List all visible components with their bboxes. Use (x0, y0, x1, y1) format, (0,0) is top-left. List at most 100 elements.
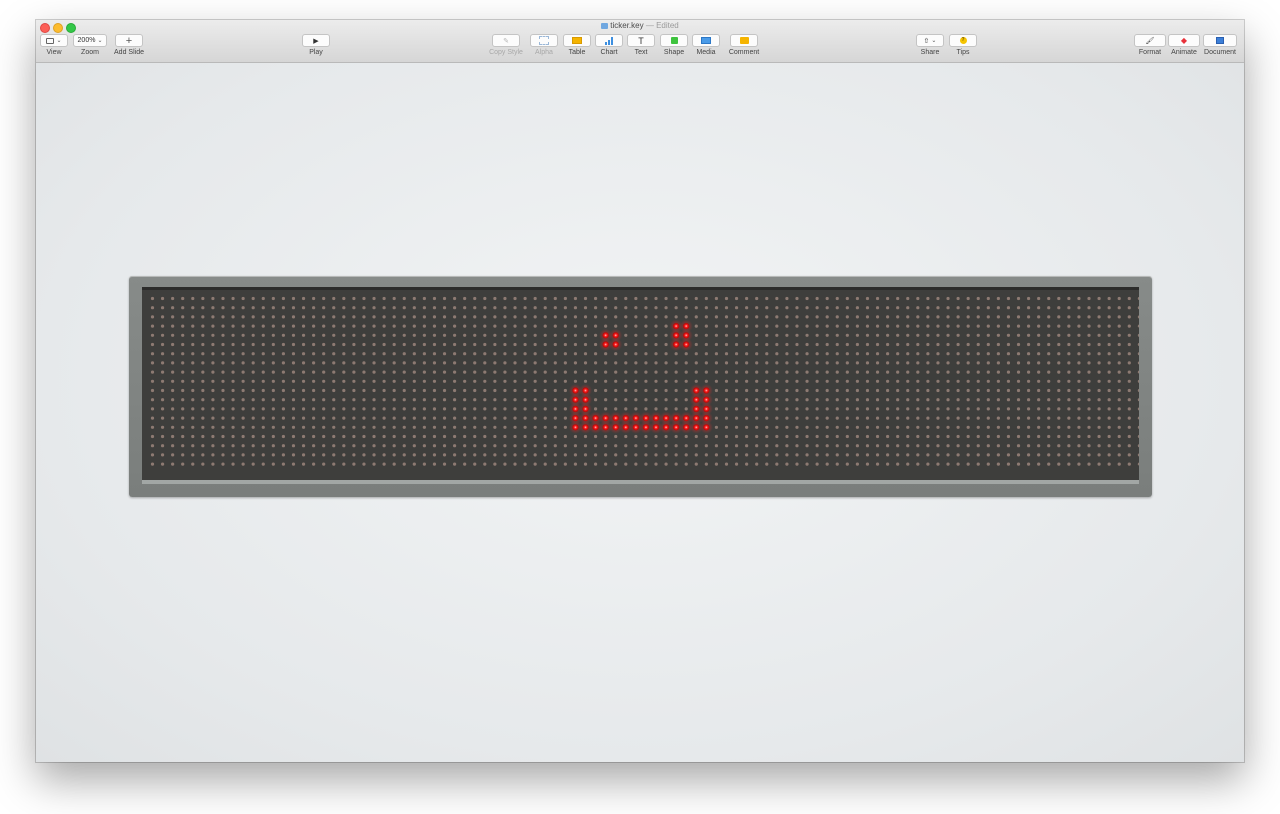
led-dot-off (191, 398, 195, 402)
led-dot-off (251, 315, 255, 319)
chart-button[interactable] (595, 34, 623, 47)
led-dot-off (845, 370, 849, 374)
led-dot-off (342, 462, 346, 466)
led-dot-on (683, 323, 690, 330)
led-dot-off (604, 388, 608, 393)
led-dot-off (372, 398, 376, 402)
led-dot-off (573, 342, 578, 347)
led-dot-off (644, 388, 648, 393)
led-dot-off (432, 425, 437, 429)
led-dot-off (201, 315, 205, 319)
led-dot-off (362, 296, 366, 301)
led-dot-off (886, 361, 890, 365)
led-dot-off (906, 398, 910, 402)
add-slide-button[interactable]: + (115, 34, 143, 47)
led-dot-off (473, 333, 477, 337)
led-dot-off (251, 407, 255, 411)
format-tool[interactable]: 🖌 Format (1134, 34, 1166, 56)
led-dot-off (362, 416, 366, 420)
led-dot-off (1137, 352, 1139, 356)
led-dot-off (1067, 370, 1071, 374)
led-dot-off (533, 324, 537, 328)
led-display-frame[interactable] (129, 276, 1152, 497)
comment-tool[interactable]: Comment (724, 34, 764, 56)
share-button[interactable]: ⇧ ⌄ (916, 34, 944, 47)
table-tool[interactable]: Table (563, 34, 591, 56)
text-tool[interactable]: T Text (627, 34, 655, 56)
led-dot-off (251, 453, 255, 457)
led-dot-off (926, 434, 930, 439)
led-dot-off (473, 342, 477, 347)
led-dot-off (201, 333, 205, 337)
led-dot-off (160, 453, 165, 457)
zoom-select[interactable]: 200% ⌄ (73, 34, 107, 47)
led-dot-off (382, 352, 386, 356)
led-dot-off (160, 296, 165, 301)
view-button[interactable]: ⌄ (40, 34, 68, 47)
led-dot-off (463, 416, 467, 420)
led-dot-off (533, 352, 537, 356)
led-dot-off (422, 453, 426, 457)
led-dot-on (602, 415, 609, 422)
led-dot-off (463, 425, 467, 429)
led-dot-off (966, 324, 970, 328)
media-button[interactable] (692, 34, 720, 47)
view-tool[interactable]: ⌄ View (40, 34, 68, 56)
led-dot-off (191, 434, 195, 439)
text-button[interactable]: T (627, 34, 655, 47)
led-dot-off (765, 379, 769, 383)
led-dot-off (271, 407, 275, 411)
alpha-tool[interactable]: Alpha (530, 34, 558, 56)
comment-button[interactable] (730, 34, 758, 47)
zoom-tool[interactable]: 200% ⌄ Zoom (73, 34, 107, 56)
led-dot-off (422, 315, 426, 319)
led-dot-off (1037, 416, 1041, 420)
led-dot-off (775, 416, 779, 420)
led-dot-off (382, 434, 386, 439)
tips-button[interactable]: ? (949, 34, 977, 47)
led-dot-off (1137, 370, 1139, 374)
led-dot-off (422, 306, 426, 310)
document-tool[interactable]: Document (1202, 34, 1238, 56)
add-slide-tool[interactable]: + Add Slide (112, 34, 146, 56)
led-dot-off (533, 370, 537, 374)
animate-button[interactable]: ◆ (1168, 34, 1200, 47)
led-dot-off (896, 361, 900, 365)
led-dot-off (171, 361, 175, 365)
led-dot-off (855, 425, 860, 429)
table-button[interactable] (563, 34, 591, 47)
led-dot-on (662, 424, 670, 431)
shape-button[interactable] (660, 34, 688, 47)
led-dot-off (946, 361, 950, 365)
play-tool[interactable]: ▶ Play (302, 34, 330, 56)
chart-tool[interactable]: Chart (595, 34, 623, 56)
play-button[interactable]: ▶ (302, 34, 330, 47)
format-button[interactable]: 🖌 (1134, 34, 1166, 47)
led-dot-off (734, 333, 739, 337)
led-dot-off (473, 379, 477, 383)
led-dot-on (582, 387, 589, 394)
text-label: Text (634, 49, 648, 56)
led-dot-off (734, 315, 739, 319)
media-tool[interactable]: Media (692, 34, 720, 56)
led-dot-off (996, 416, 1000, 420)
led-dot-off (281, 407, 286, 411)
led-dot-off (1117, 333, 1121, 337)
copy-style-tool[interactable]: ✎ Copy Style (486, 34, 526, 56)
led-dot-off (352, 407, 356, 411)
led-dot-off (291, 453, 296, 457)
tips-tool[interactable]: ? Tips (949, 34, 977, 56)
alpha-button[interactable] (530, 34, 558, 47)
led-dot-off (795, 324, 799, 328)
copy-style-button[interactable]: ✎ (492, 34, 520, 47)
shape-tool[interactable]: Shape (660, 34, 688, 56)
led-dot-off (976, 315, 980, 319)
share-tool[interactable]: ⇧ ⌄ Share (916, 34, 944, 56)
document-button[interactable] (1203, 34, 1237, 47)
led-dot-off (372, 324, 376, 328)
led-dot-off (432, 388, 437, 393)
led-dot-off (825, 416, 829, 420)
led-dot-off (241, 425, 245, 429)
led-dot-off (432, 434, 437, 439)
animate-tool[interactable]: ◆ Animate (1168, 34, 1200, 56)
